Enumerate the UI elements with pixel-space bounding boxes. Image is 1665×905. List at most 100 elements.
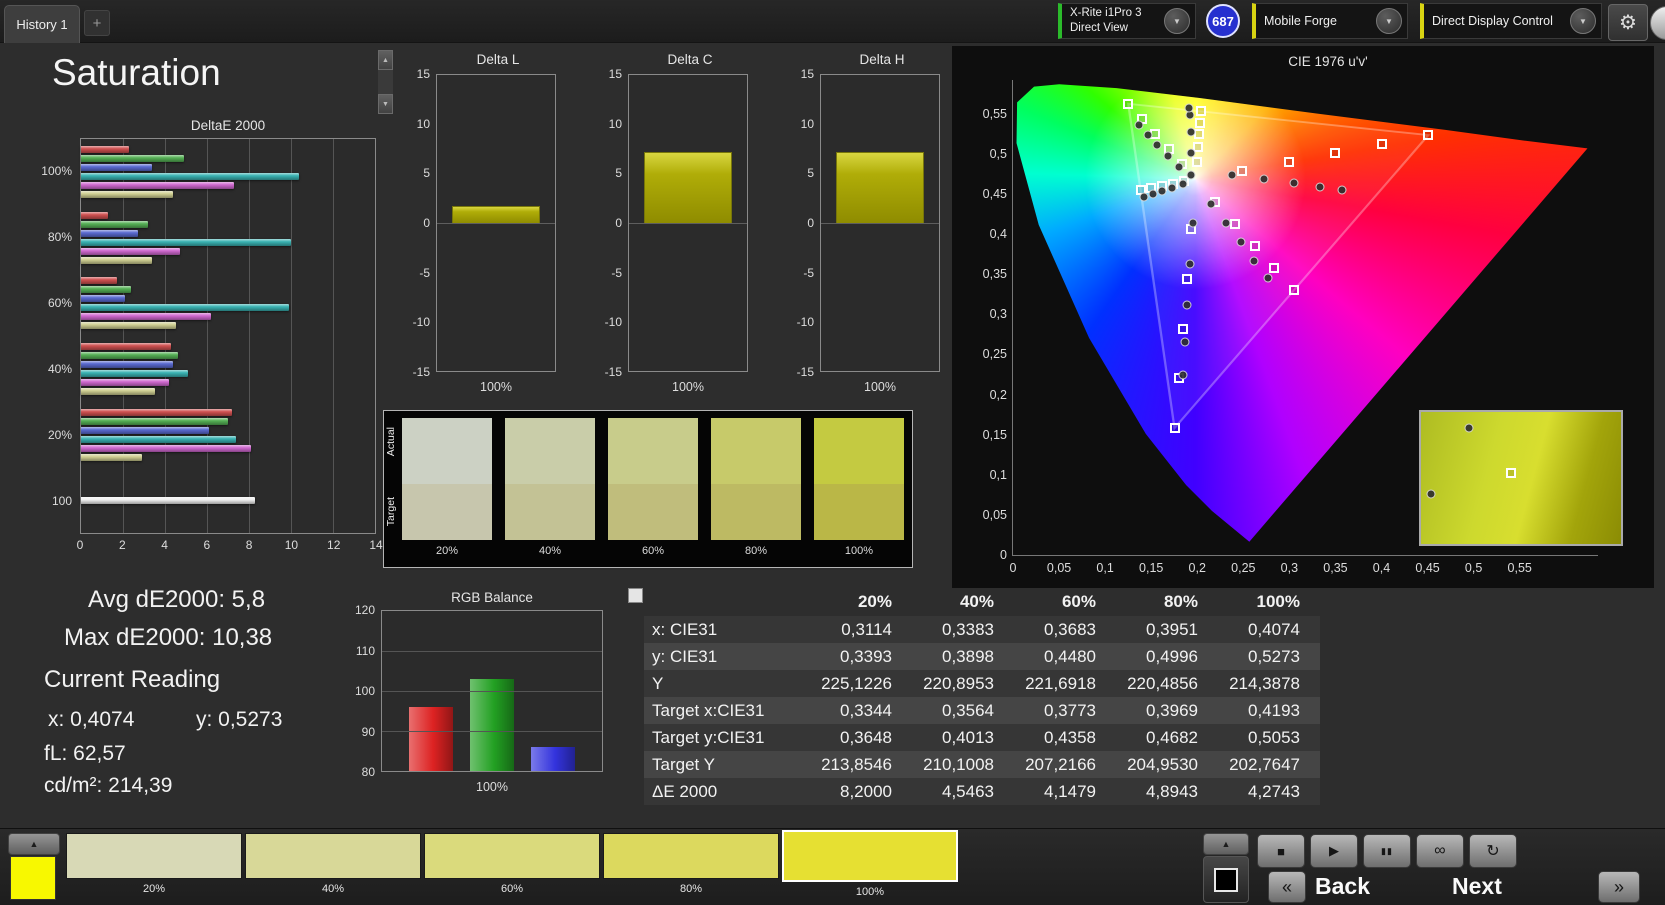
corner-button[interactable] <box>1650 6 1665 40</box>
axis-tick-label: 90 <box>361 724 375 739</box>
patch-20%[interactable]: 20% <box>66 833 242 898</box>
actual-swatch <box>711 418 801 484</box>
axis-tick-label: 80 <box>361 765 375 779</box>
table-cell: 214,3878 <box>1229 673 1300 693</box>
chart-title: Delta H <box>859 52 905 67</box>
axis-tick-label: 80% <box>47 230 72 244</box>
measured-point <box>1134 120 1144 130</box>
deltae-bar <box>81 387 155 395</box>
playback-button[interactable]: ∞ <box>1416 834 1464 868</box>
patch-80%[interactable]: 80% <box>603 833 779 898</box>
back-button[interactable]: Back <box>1315 873 1370 900</box>
gridline <box>382 691 602 692</box>
table-cell: 8,2000 <box>840 781 892 801</box>
display-control-dropdown[interactable]: Direct Display Control ▼ <box>1420 3 1602 39</box>
playback-button[interactable]: ■ <box>1257 834 1305 868</box>
rgb-bar-blue <box>531 747 575 771</box>
patch-window-button[interactable] <box>1203 856 1249 903</box>
next-chevron-button[interactable]: » <box>1598 871 1640 903</box>
table-cell: 4,8943 <box>1146 781 1198 801</box>
scrollbar-track[interactable] <box>378 70 393 94</box>
axis-tick-label: 0 <box>1009 561 1017 575</box>
meter-dropdown-button[interactable]: ▼ <box>1164 8 1190 34</box>
table-scroll-grip[interactable] <box>628 588 643 603</box>
swatch-level-label: 100% <box>844 545 874 557</box>
scroll-up-icon[interactable]: ▲ <box>378 50 393 70</box>
gridline <box>382 651 602 652</box>
patch-row: 20% 40% 60% 80% 100% <box>66 830 958 898</box>
axis-tick-label: 14 <box>369 538 383 552</box>
deltae-bar <box>81 444 252 452</box>
target-point <box>1269 263 1280 274</box>
zero-line <box>437 223 555 224</box>
axis-tick-label: -10 <box>412 315 430 330</box>
actual-swatch <box>814 418 904 484</box>
patch-color <box>66 833 242 879</box>
cie-diagram-panel: CIE 1976 u'v' 0 0,05 0,1 0,15 0,2 0,25 0,3 0,35… <box>952 46 1654 588</box>
deltae-bar <box>81 190 174 198</box>
measured-point <box>1188 218 1198 228</box>
patch-nav-up-button[interactable]: ▲ <box>1203 833 1249 855</box>
patch-color <box>782 830 958 882</box>
target-swatch <box>608 484 698 540</box>
measured-point <box>1227 170 1237 180</box>
patch-100%[interactable]: 100% <box>782 830 958 898</box>
deltae-bar <box>81 277 117 285</box>
deltae-bar <box>81 408 233 416</box>
patch-scroll-up-button[interactable]: ▲ <box>8 833 60 855</box>
chart-title: Delta L <box>476 52 520 67</box>
axis-tick-label: 0,35 <box>982 267 1007 282</box>
measured-point <box>1163 151 1173 161</box>
playback-button[interactable]: ▮▮ <box>1363 834 1411 868</box>
patch-40%[interactable]: 40% <box>245 833 421 898</box>
axis-tick-label: 0,2 <box>989 387 1007 402</box>
swatch-columns: 20% 40% 60% 80% 100% <box>402 418 904 557</box>
add-tab-button[interactable]: + <box>84 10 110 36</box>
table-cell: 0,3393 <box>840 646 892 666</box>
source-dropdown[interactable]: Mobile Forge ▼ <box>1252 3 1408 39</box>
back-chevron-button[interactable]: « <box>1268 871 1306 903</box>
measured-point <box>1180 337 1190 347</box>
display-control-dropdown-button[interactable]: ▼ <box>1570 8 1596 34</box>
deltae-bar-group <box>81 467 375 533</box>
table-column-header: 80% <box>1163 592 1198 611</box>
next-button[interactable]: Next <box>1452 873 1502 900</box>
axis-tick-label: 0 <box>76 538 84 552</box>
tab-history-1[interactable]: History 1 <box>4 5 80 43</box>
meter-dropdown[interactable]: X-Rite i1Pro 3 Direct View ▼ <box>1058 3 1196 39</box>
deltae-bar <box>81 378 170 386</box>
chart-title: CIE 1976 u'v' <box>1288 54 1368 69</box>
deltae-bar-group <box>81 336 375 402</box>
axis-tick-label: 10 <box>608 116 622 131</box>
patch-60%[interactable]: 60% <box>424 833 600 898</box>
row-label: Target Y <box>652 754 716 774</box>
zero-line <box>821 223 939 224</box>
table-cell: 4,1479 <box>1044 781 1096 801</box>
axis-tick-label: 10 <box>284 538 299 552</box>
delta-l-y-axis: 15 10 5 0 -5 -10 -15 <box>408 67 434 379</box>
axis-tick-label: 0,15 <box>1139 561 1164 575</box>
settings-button[interactable]: ⚙ <box>1608 4 1648 41</box>
playback-button[interactable]: ▶ <box>1310 834 1358 868</box>
measured-point <box>1184 103 1194 113</box>
gear-icon: ⚙ <box>1619 12 1637 34</box>
playback-button[interactable]: ↻ <box>1469 834 1517 868</box>
deltae-bar <box>81 154 184 162</box>
zero-line <box>629 223 747 224</box>
patch-window-icon <box>1214 867 1238 892</box>
delta-l-bar <box>452 206 540 223</box>
patch-label: 40% <box>321 883 345 895</box>
table-header-row: 20% 40% 60% 80% 100% <box>644 588 1320 616</box>
table-row: Y 225,1226 220,8953 221,6918 220,4856 214,387… <box>644 670 1320 697</box>
scroll-down-icon[interactable]: ▼ <box>378 94 393 114</box>
measured-point <box>1143 130 1152 140</box>
deltae-bar-group <box>81 402 375 468</box>
table-cell: 225,1226 <box>821 673 892 693</box>
table-body: 20% 40% 60% 80% 100% x: CIE31 0,3114 0,3383 0,36… <box>644 588 1320 805</box>
mini-scrollbar[interactable]: ▲ ▼ <box>378 50 393 114</box>
actual-swatch <box>608 418 698 484</box>
deltae-bar <box>81 229 138 237</box>
deltae-bar-group <box>81 139 375 205</box>
source-dropdown-button[interactable]: ▼ <box>1376 8 1402 34</box>
chevrons-right-icon: » <box>1613 876 1624 897</box>
